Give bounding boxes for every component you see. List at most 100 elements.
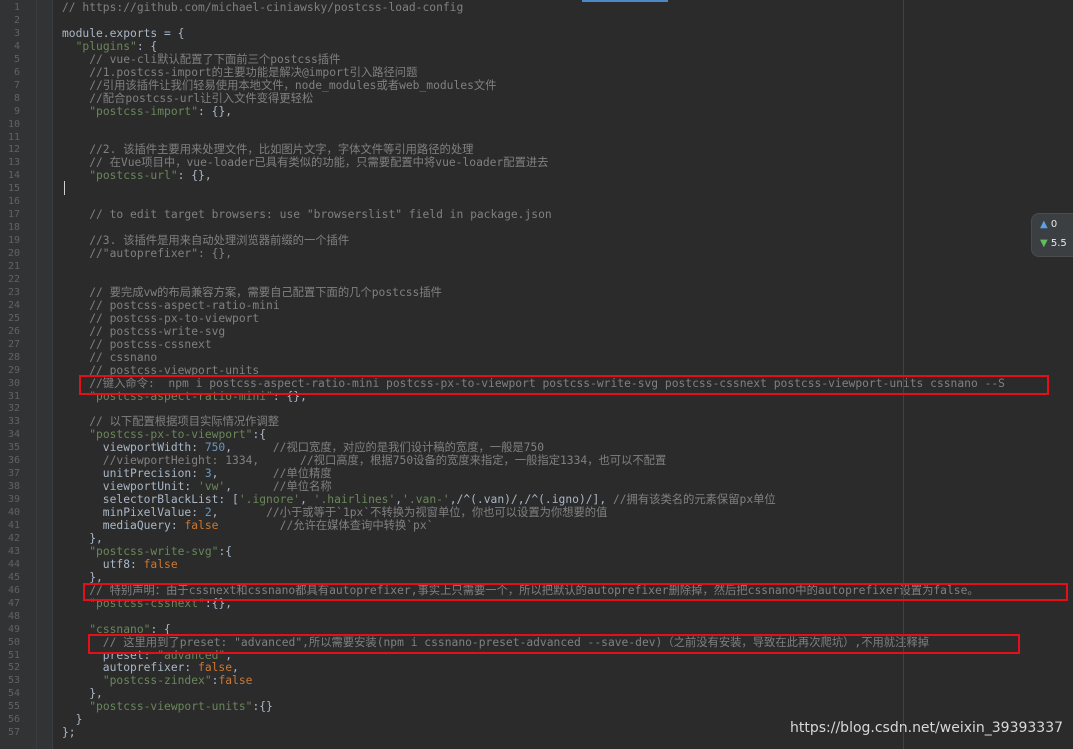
code-token: //允许在媒体查询中转换`px` xyxy=(279,519,434,532)
network-speed-widget[interactable]: ▲ 0 ▼ 5.5 xyxy=(1031,213,1073,257)
code-token: //单位精度 xyxy=(272,467,332,481)
code-token: '.ignore' xyxy=(238,493,301,507)
code-token: false xyxy=(198,661,233,675)
code-line: "postcss-write-svg":{ xyxy=(62,545,232,558)
line-number: 52 xyxy=(7,662,20,674)
fold-guide xyxy=(36,0,37,749)
code-token: '.van-' xyxy=(402,493,450,507)
code-line: // to edit target browsers: use "browser… xyxy=(62,208,552,221)
line-number: 56 xyxy=(7,714,20,726)
line-number: 49 xyxy=(7,623,20,635)
line-number: 39 xyxy=(7,494,20,506)
line-number: 32 xyxy=(7,403,20,415)
line-number: 34 xyxy=(7,429,20,441)
line-number: 6 xyxy=(13,66,20,78)
code-token: 2 xyxy=(204,506,212,520)
code-token: "postcss-write-svg" xyxy=(89,544,219,558)
code-line: viewportUnit: 'vw', //单位名称 xyxy=(62,480,332,493)
code-token: // to edit target browsers: use "browser… xyxy=(62,208,552,222)
line-number: 11 xyxy=(7,131,20,143)
code-line: // 在Vue项目中，vue-loader已具有类似的功能，只需要配置中将vue… xyxy=(62,156,548,169)
line-number: 25 xyxy=(7,312,20,324)
code-line: "plugins": { xyxy=(62,40,158,53)
line-number: 53 xyxy=(7,675,20,687)
code-token: // 要完成vw的布局兼容方案，需要自己配置下面的几个postcss插件 xyxy=(62,285,442,299)
code-line: //2. 该插件主要用来处理文件，比如图片文字，字体文件等引用路径的处理 xyxy=(62,143,473,156)
code-token: // postcss-aspect-ratio-mini xyxy=(62,298,280,312)
code-line: // 要完成vw的布局兼容方案，需要自己配置下面的几个postcss插件 xyxy=(62,286,442,299)
line-number: 44 xyxy=(7,558,20,570)
line-number: 10 xyxy=(7,118,20,130)
code-token: 'vw' xyxy=(198,480,226,494)
line-number: 41 xyxy=(7,520,20,531)
code-token: //"autoprefixer": {}, xyxy=(62,247,233,261)
code-editor[interactable]: 1 2 3 4 5 6 7 8 9 10 11 12 13 14 15 16 17 18 19 20 21 22 23 24 2… xyxy=(0,0,1073,749)
code-line: //3. 该插件是用来自动处理浏览器前缀的一个插件 xyxy=(62,234,349,247)
code-token: unitPrecision: xyxy=(62,467,205,481)
line-number: 5 xyxy=(13,53,20,65)
code-token: '.hairlines' xyxy=(313,493,396,507)
code-line: // https://github.com/michael-ciniawsky/… xyxy=(62,1,463,14)
line-number: 37 xyxy=(7,468,20,480)
code-token: //配合postcss-url让引入文件变得更轻松 xyxy=(62,91,314,105)
code-token: , xyxy=(225,441,273,455)
code-token: :{ xyxy=(252,428,267,442)
code-token: 750 xyxy=(204,441,226,455)
line-number: 46 xyxy=(7,584,20,596)
line-number: 31 xyxy=(7,390,20,402)
line-number: 22 xyxy=(7,273,20,285)
code-line: selectorBlackList: ['.ignore', '.hairlin… xyxy=(62,493,776,506)
active-tab-indicator xyxy=(582,0,668,2)
code-line: //"autoprefixer": {}, xyxy=(62,247,232,260)
code-token: viewportWidth: xyxy=(62,441,205,455)
code-token: autoprefixer: xyxy=(62,661,199,675)
code-token: // postcss-px-to-viewport xyxy=(62,311,260,325)
line-number: 47 xyxy=(7,597,20,609)
code-token: "postcss-px-to-viewport" xyxy=(89,428,253,442)
line-number: 15 xyxy=(7,183,20,195)
code-token: // 在Vue项目中，vue-loader已具有类似的功能，只需要配置中将vue… xyxy=(62,156,549,170)
code-token: :{ xyxy=(218,544,233,558)
code-line: //viewportHeight: 1334, //视口高度，根据750设备的宽… xyxy=(62,454,666,467)
code-line: unitPrecision: 3, //单位精度 xyxy=(62,467,332,480)
code-token: // 以下配置根据项目实际情况作调整 xyxy=(62,415,280,429)
code-token: , xyxy=(232,661,239,675)
code-line: autoprefixer: false, xyxy=(62,661,239,674)
code-token: } xyxy=(62,713,83,727)
code-token: , xyxy=(300,493,314,507)
code-token: //2. 该插件主要用来处理文件，比如图片文字，字体文件等引用路径的处理 xyxy=(62,143,474,157)
line-number: 18 xyxy=(7,222,20,234)
code-token: //视口宽度，对应的是我们设计稿的宽度，一般是750 xyxy=(272,441,545,455)
highlight-box-install-command xyxy=(79,375,1049,395)
code-token: minPixelValue: xyxy=(62,506,205,520)
line-number: 19 xyxy=(7,235,20,247)
code-token: module.exports = { xyxy=(62,26,185,40)
download-value: 5.5 xyxy=(1050,238,1067,249)
code-token: "postcss-zindex" xyxy=(102,674,212,688)
line-number: 1 xyxy=(13,2,20,13)
line-number: 54 xyxy=(7,688,20,700)
line-number: 16 xyxy=(7,196,20,208)
code-line: viewportWidth: 750, //视口宽度，对应的是我们设计稿的宽度，… xyxy=(62,441,544,454)
arrow-up-icon: ▲ xyxy=(1040,219,1048,230)
code-line: module.exports = { xyxy=(62,27,184,40)
code-line: // vue-cli默认配置了下面前三个postcss插件 xyxy=(62,53,340,66)
code-token: selectorBlackList: [ xyxy=(62,493,239,507)
line-number: 43 xyxy=(7,545,20,557)
code-line: "postcss-zindex":false xyxy=(62,674,253,688)
line-number: 42 xyxy=(7,532,20,544)
line-number: 27 xyxy=(7,338,20,350)
code-line: "postcss-viewport-units":{} xyxy=(62,700,273,713)
line-number: 55 xyxy=(7,701,20,713)
code-token: mediaQuery: xyxy=(62,519,185,532)
line-number: 24 xyxy=(7,299,20,311)
code-line: } xyxy=(62,713,83,727)
code-token: }; xyxy=(62,726,76,740)
code-line: minPixelValue: 2, //小于或等于`1px`不转换为视窗单位，你… xyxy=(62,506,608,520)
line-number: 21 xyxy=(7,261,20,272)
